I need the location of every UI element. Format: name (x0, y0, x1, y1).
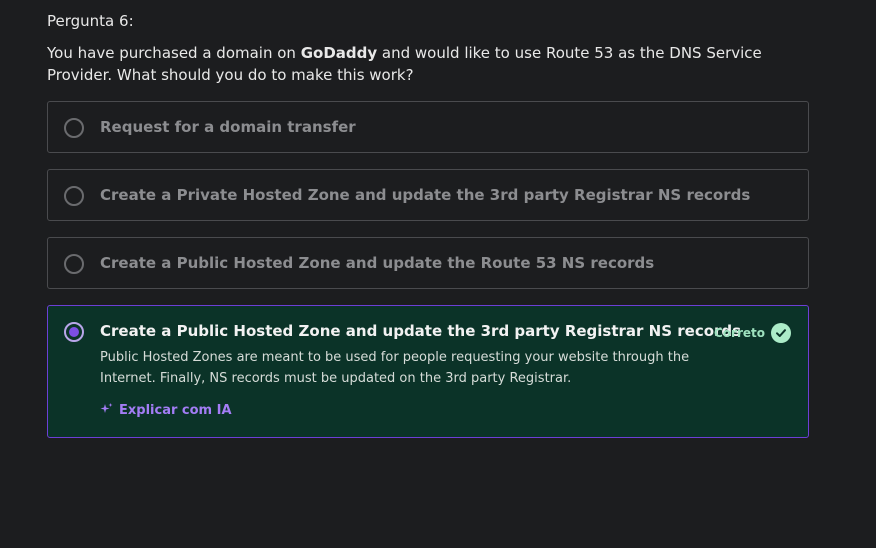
answer-option-2[interactable]: Create a Private Hosted Zone and update … (47, 169, 809, 221)
radio-button-4-selected[interactable] (64, 322, 84, 342)
radio-button-2[interactable] (64, 186, 84, 206)
answer-option-3[interactable]: Create a Public Hosted Zone and update t… (47, 237, 809, 289)
answer-explanation: Public Hosted Zones are meant to be used… (100, 350, 690, 386)
explain-with-ai-link[interactable]: Explicar com IA (100, 402, 232, 419)
answer-option-label: Create a Private Hosted Zone and update … (100, 186, 751, 204)
answer-option-1[interactable]: Request for a domain transfer (47, 101, 809, 153)
question-text: You have purchased a domain on GoDaddy a… (47, 42, 827, 86)
question-label: Pergunta 6: (47, 12, 134, 30)
answer-option-label: Create a Public Hosted Zone and update t… (100, 254, 655, 272)
question-text-brand: GoDaddy (300, 44, 378, 62)
answer-option-label: Create a Public Hosted Zone and update t… (100, 322, 742, 340)
answer-option-label: Request for a domain transfer (100, 118, 356, 136)
radio-button-1[interactable] (64, 118, 84, 138)
result-badge: Correto (714, 323, 791, 343)
answer-option-4-selected[interactable]: Create a Public Hosted Zone and update t… (47, 305, 809, 438)
sparkle-icon (100, 402, 113, 419)
check-circle-icon (771, 323, 791, 343)
radio-button-3[interactable] (64, 254, 84, 274)
explain-with-ai-label: Explicar com IA (119, 403, 232, 418)
question-text-before: You have purchased a domain on (47, 44, 301, 62)
result-status-label: Correto (713, 326, 765, 340)
